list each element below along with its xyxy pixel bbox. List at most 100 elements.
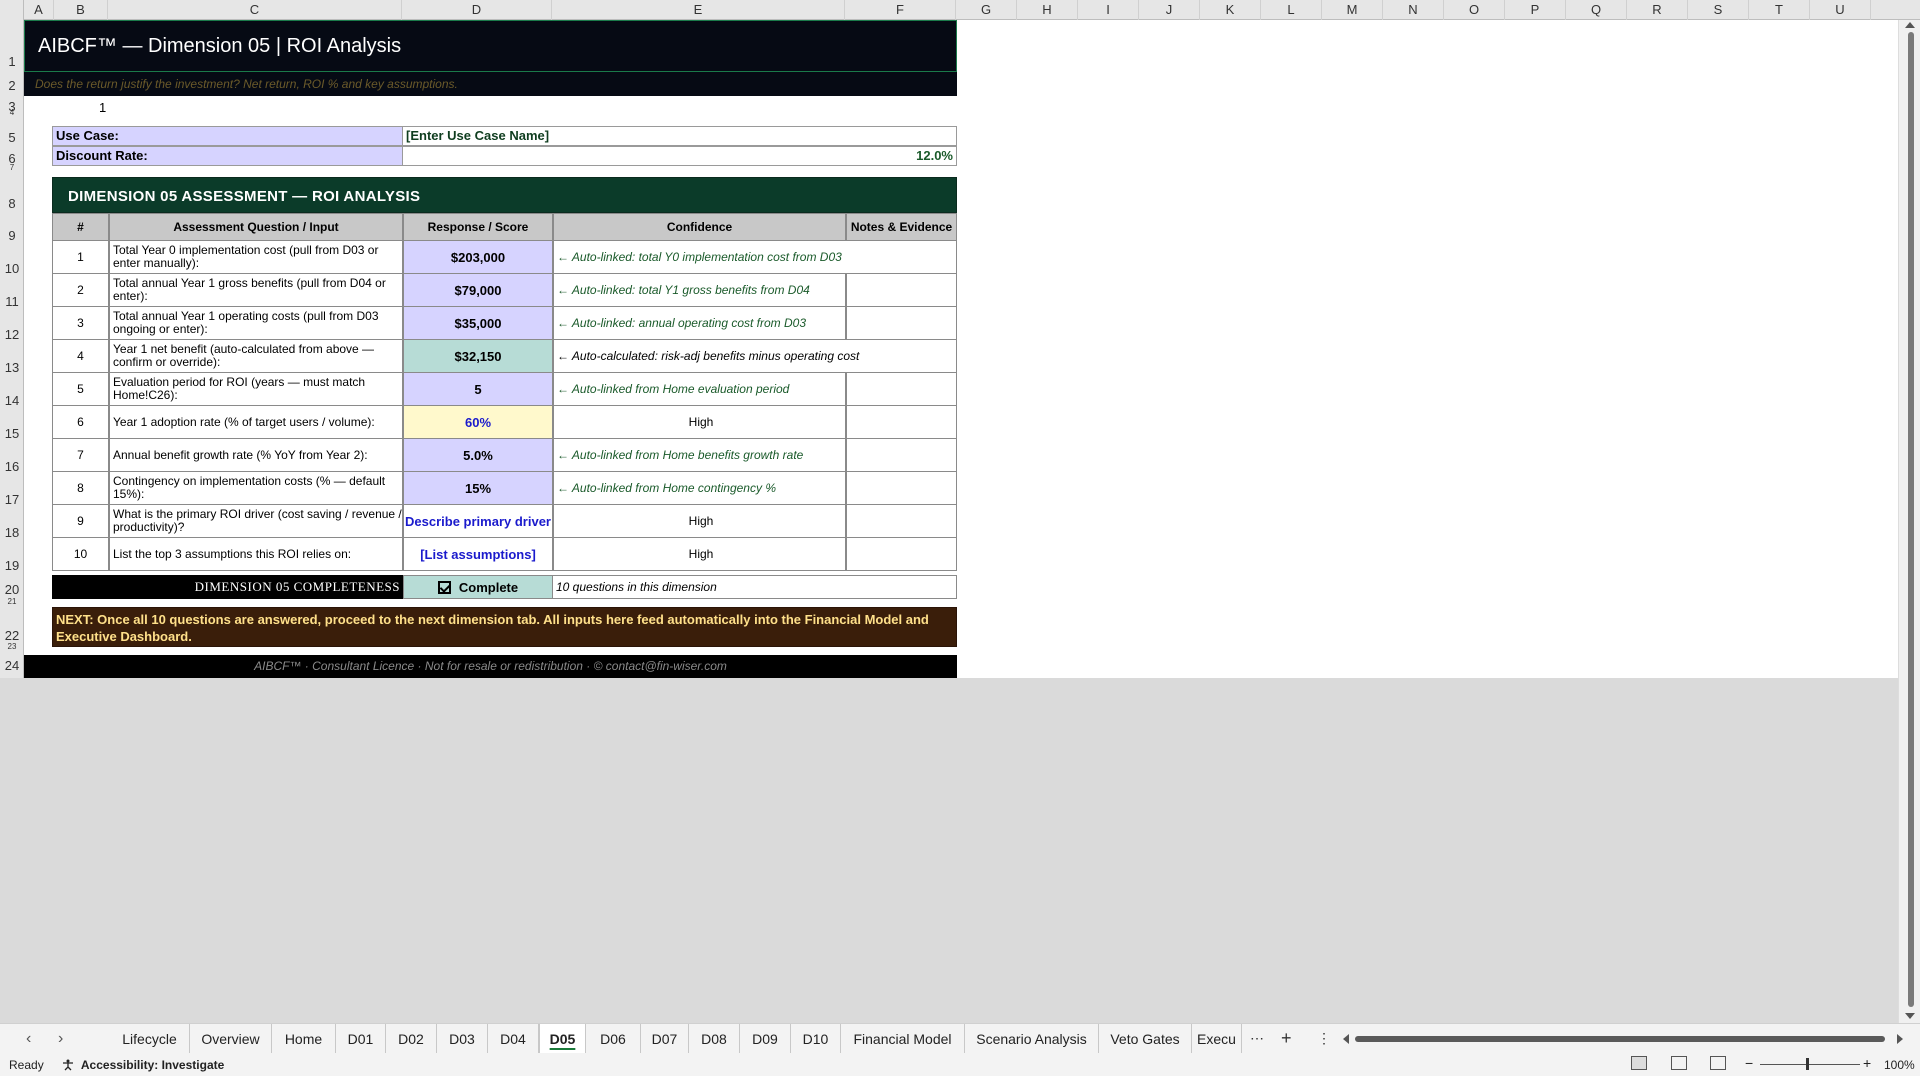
confidence-cell[interactable]: High — [553, 538, 846, 571]
notes-cell[interactable] — [846, 439, 957, 472]
column-header-n[interactable]: N — [1383, 0, 1444, 20]
zoom-level[interactable]: 100% — [1884, 1058, 1915, 1072]
header-num[interactable]: # — [52, 213, 109, 241]
confidence-cell[interactable]: High — [553, 505, 846, 538]
tab-home[interactable]: Home — [272, 1024, 336, 1054]
column-header-o[interactable]: O — [1444, 0, 1505, 20]
notes-cell[interactable] — [846, 406, 957, 439]
add-sheet-icon[interactable]: + — [1281, 1024, 1292, 1054]
row-header[interactable]: 15 — [0, 426, 24, 441]
row-header[interactable]: 18 — [0, 525, 24, 540]
column-header-h[interactable]: H — [1017, 0, 1078, 20]
horizontal-scroll-thumb[interactable] — [1355, 1036, 1885, 1042]
next-instructions[interactable]: NEXT: Once all 10 questions are answered… — [52, 607, 957, 647]
column-header-u[interactable]: U — [1810, 0, 1871, 20]
scroll-up-icon[interactable] — [1905, 22, 1915, 28]
select-all-corner[interactable] — [0, 0, 24, 20]
vertical-scroll-thumb[interactable] — [1908, 32, 1914, 1007]
column-header-k[interactable]: K — [1200, 0, 1261, 20]
license-footer[interactable]: AIBCF™ · Consultant Licence · Not for re… — [24, 655, 957, 678]
tab-veto-gates[interactable]: Veto Gates — [1099, 1024, 1192, 1054]
title-banner[interactable]: AIBCF™ — Dimension 05 | ROI Analysis — [24, 20, 957, 72]
vertical-scrollbar[interactable] — [1898, 20, 1920, 1023]
tab-d05[interactable]: D05 — [539, 1024, 586, 1054]
row3-cell-value[interactable]: 1 — [99, 100, 106, 115]
row-header[interactable]: 16 — [0, 459, 24, 474]
accessibility-status[interactable]: Accessibility: Investigate — [62, 1058, 224, 1072]
tab-d09[interactable]: D09 — [740, 1024, 791, 1054]
column-header-s[interactable]: S — [1688, 0, 1749, 20]
confidence-cell[interactable]: ← Auto-linked from Home contingency % — [553, 472, 846, 505]
tab-overview[interactable]: Overview — [190, 1024, 272, 1054]
response-cell[interactable]: $79,000 — [403, 274, 553, 307]
column-header-c[interactable]: C — [108, 0, 402, 20]
row-number[interactable]: 4 — [52, 340, 109, 373]
question-cell[interactable]: Total Year 0 implementation cost (pull f… — [109, 241, 403, 274]
response-cell[interactable]: 5 — [403, 373, 553, 406]
row-header[interactable]: 21 — [0, 597, 24, 606]
row-header[interactable]: 13 — [0, 360, 24, 375]
column-header-j[interactable]: J — [1139, 0, 1200, 20]
page-layout-view-icon[interactable] — [1671, 1056, 1687, 1070]
row-header[interactable]: 5 — [0, 130, 24, 145]
response-cell[interactable]: [List assumptions] — [403, 538, 553, 571]
tab-d06[interactable]: D06 — [586, 1024, 641, 1054]
question-cell[interactable]: Evaluation period for ROI (years — must … — [109, 373, 403, 406]
tab-options-icon[interactable]: ⋮ — [1317, 1024, 1331, 1054]
question-cell[interactable]: Contingency on implementation costs (% —… — [109, 472, 403, 505]
scroll-down-icon[interactable] — [1905, 1013, 1915, 1019]
column-header-i[interactable]: I — [1078, 0, 1139, 20]
row-header[interactable]: 22 — [0, 628, 24, 643]
question-cell[interactable]: Year 1 adoption rate (% of target users … — [109, 406, 403, 439]
row-header[interactable]: 1 — [0, 54, 24, 69]
column-header-m[interactable]: M — [1322, 0, 1383, 20]
tab-scenario-analysis[interactable]: Scenario Analysis — [965, 1024, 1099, 1054]
response-cell[interactable]: $32,150 — [403, 340, 553, 373]
row-number[interactable]: 8 — [52, 472, 109, 505]
row-header[interactable]: 10 — [0, 261, 24, 276]
column-header-r[interactable]: R — [1627, 0, 1688, 20]
tab-d07[interactable]: D07 — [641, 1024, 689, 1054]
confidence-cell[interactable]: ← Auto-linked: total Y0 implementation c… — [553, 241, 957, 274]
column-header-l[interactable]: L — [1261, 0, 1322, 20]
scroll-left-icon[interactable] — [1343, 1034, 1349, 1044]
row-number[interactable]: 7 — [52, 439, 109, 472]
header-response[interactable]: Response / Score — [403, 213, 553, 241]
row-number[interactable]: 6 — [52, 406, 109, 439]
response-cell[interactable]: Describe primary driver — [403, 505, 553, 538]
normal-view-icon[interactable] — [1631, 1056, 1647, 1070]
row-header[interactable]: 7 — [0, 163, 24, 172]
row-header[interactable]: 4 — [0, 108, 24, 117]
row-header[interactable]: 19 — [0, 558, 24, 573]
response-cell[interactable]: 15% — [403, 472, 553, 505]
column-header-d[interactable]: D — [402, 0, 552, 20]
horizontal-scrollbar[interactable] — [1343, 1034, 1903, 1044]
notes-cell[interactable] — [846, 505, 957, 538]
column-header-b[interactable]: B — [54, 0, 108, 20]
completeness-status[interactable]: Complete — [403, 575, 553, 599]
response-cell[interactable]: $203,000 — [403, 241, 553, 274]
tab-d04[interactable]: D04 — [488, 1024, 539, 1054]
tab-d02[interactable]: D02 — [386, 1024, 437, 1054]
row-number[interactable]: 3 — [52, 307, 109, 340]
tab-financial-model[interactable]: Financial Model — [841, 1024, 965, 1054]
row-number[interactable]: 1 — [52, 241, 109, 274]
notes-cell[interactable] — [846, 373, 957, 406]
notes-cell[interactable] — [846, 307, 957, 340]
row-number[interactable]: 2 — [52, 274, 109, 307]
scroll-right-icon[interactable] — [1897, 1034, 1903, 1044]
tab-executive[interactable]: Execu — [1192, 1024, 1242, 1054]
notes-cell[interactable] — [846, 274, 957, 307]
tab-d01[interactable]: D01 — [336, 1024, 386, 1054]
question-cell[interactable]: What is the primary ROI driver (cost sav… — [109, 505, 403, 538]
response-cell[interactable]: 60% — [403, 406, 553, 439]
row-header[interactable]: 23 — [0, 642, 24, 651]
notes-cell[interactable] — [846, 472, 957, 505]
question-cell[interactable]: Total annual Year 1 operating costs (pul… — [109, 307, 403, 340]
row-number[interactable]: 5 — [52, 373, 109, 406]
question-cell[interactable]: Year 1 net benefit (auto-calculated from… — [109, 340, 403, 373]
section-header[interactable]: DIMENSION 05 ASSESSMENT — ROI ANALYSIS — [52, 177, 957, 213]
more-tabs-icon[interactable]: ⋯ — [1250, 1024, 1264, 1054]
zoom-in-icon[interactable]: + — [1863, 1055, 1871, 1071]
tab-d10[interactable]: D10 — [791, 1024, 841, 1054]
